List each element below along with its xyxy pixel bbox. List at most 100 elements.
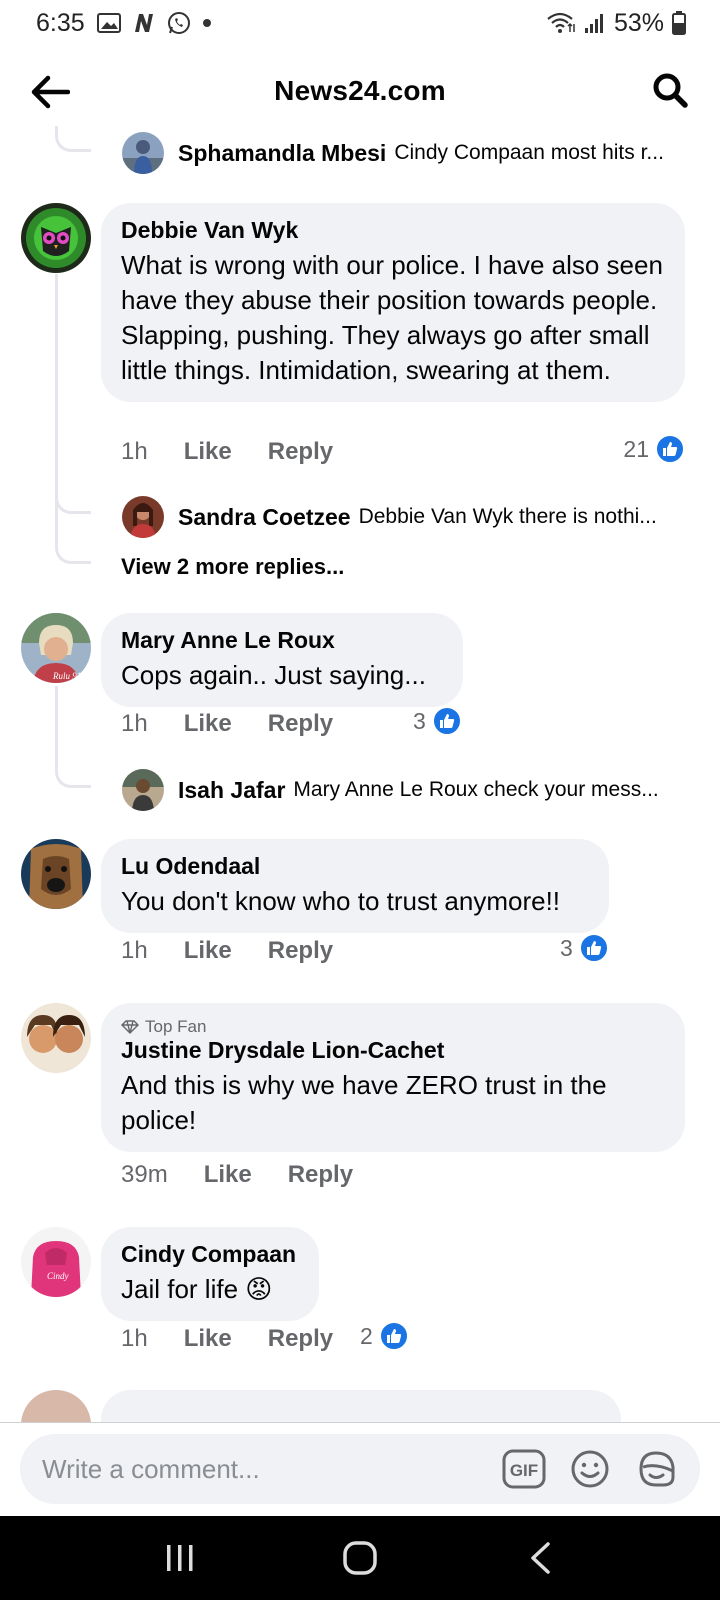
avatar[interactable]	[122, 496, 164, 538]
comment-text: And this is why we have ZERO trust in th…	[121, 1070, 607, 1135]
like-button[interactable]: Like	[184, 937, 232, 965]
comment-bubble[interactable]: Top Fan Justine Drysdale Lion-Cachet And…	[101, 1003, 685, 1152]
comment-actions: 39m Like Reply	[121, 1161, 389, 1189]
reaction-count[interactable]: 3	[560, 933, 609, 963]
home-button[interactable]	[330, 1528, 390, 1588]
wifi-icon	[546, 12, 576, 34]
notification-dot	[202, 19, 211, 27]
comment-text: What is wrong with our police. I have al…	[121, 250, 663, 385]
smiley-icon	[571, 1450, 609, 1488]
comment-bubble[interactable]	[101, 1390, 621, 1422]
comment-time[interactable]: 39m	[121, 1161, 168, 1189]
status-left: 6:35	[36, 9, 211, 38]
battery-icon	[672, 11, 686, 35]
back-nav-button[interactable]	[510, 1528, 570, 1588]
comments-feed[interactable]: Sphamandla Mbesi Cindy Compaan most hits…	[0, 126, 720, 1422]
reply-preview[interactable]: Sphamandla Mbesi Cindy Compaan most hits…	[122, 132, 702, 174]
comment-author[interactable]: Cindy Compaan	[121, 1241, 299, 1268]
like-button[interactable]: Like	[184, 438, 232, 466]
angry-face-emoji: 😡	[245, 1274, 273, 1304]
thread-connector	[55, 534, 91, 564]
like-reaction-icon	[578, 933, 609, 963]
like-button[interactable]: Like	[184, 710, 232, 738]
sticker-button[interactable]	[630, 1443, 682, 1495]
comment-text-row: Jail for life 😡	[121, 1272, 299, 1307]
reaction-number: 21	[623, 435, 649, 462]
composer-divider	[0, 1422, 720, 1423]
comment-actions: 1h Like Reply	[121, 438, 369, 466]
system-nav-bar	[0, 1516, 720, 1600]
avatar[interactable]	[21, 839, 91, 909]
gallery-icon	[96, 13, 121, 33]
top-fan-label: Top Fan	[145, 1017, 207, 1036]
reply-author[interactable]: Sandra Coetzee	[178, 504, 351, 531]
avatar[interactable]	[21, 1390, 91, 1422]
thread-connector	[55, 492, 91, 514]
reply-preview[interactable]: Isah Jafar Mary Anne Le Roux check your …	[122, 769, 702, 811]
comment-bubble[interactable]: Cindy Compaan Jail for life 😡	[101, 1227, 319, 1321]
comment-bubble[interactable]: Mary Anne Le Roux Cops again.. Just sayi…	[101, 613, 463, 707]
view-more-replies-link[interactable]: View 2 more replies...	[121, 554, 344, 580]
comment-time[interactable]: 1h	[121, 937, 148, 965]
svg-text:GIF: GIF	[510, 1461, 538, 1480]
reply-button[interactable]: Reply	[288, 1161, 353, 1189]
avatar[interactable]	[21, 1003, 91, 1073]
comment-time[interactable]: 1h	[121, 1325, 148, 1353]
comment-actions: 1h Like Reply	[121, 710, 369, 738]
avatar[interactable]	[21, 203, 91, 273]
reaction-number: 2	[360, 1322, 373, 1349]
reply-button[interactable]: Reply	[268, 438, 333, 466]
reply-button[interactable]: Reply	[268, 937, 333, 965]
svg-text:Rulu 91: Rulu 91	[52, 671, 81, 681]
gif-icon: GIF	[502, 1449, 546, 1489]
comment-text: You don't know who to trust anymore!!	[121, 886, 561, 916]
thread-line	[55, 686, 58, 768]
top-fan-badge: Top Fan	[121, 1017, 665, 1037]
comment-actions: 1h Like Reply	[121, 937, 369, 965]
like-button[interactable]: Like	[184, 1325, 232, 1353]
comment-bubble[interactable]: Debbie Van Wyk What is wrong with our po…	[101, 203, 685, 402]
recent-apps-button[interactable]	[150, 1528, 210, 1588]
reaction-count[interactable]: 2	[360, 1321, 409, 1351]
reaction-count[interactable]: 21	[623, 434, 685, 464]
chevron-left-icon	[531, 1542, 550, 1574]
home-icon	[343, 1541, 377, 1575]
whatsapp-icon	[167, 11, 191, 35]
reply-preview[interactable]: Sandra Coetzee Debbie Van Wyk there is n…	[122, 496, 702, 538]
reply-author[interactable]: Sphamandla Mbesi	[178, 140, 386, 167]
thread-connector	[55, 766, 91, 788]
comment-input[interactable]	[42, 1453, 484, 1485]
comment-composer[interactable]: GIF	[20, 1434, 700, 1504]
gif-button[interactable]: GIF	[498, 1443, 550, 1495]
reply-text: Mary Anne Le Roux check your mess...	[293, 778, 659, 801]
comment-text: Jail for life	[121, 1274, 239, 1304]
comment-time[interactable]: 1h	[121, 438, 148, 466]
back-button[interactable]	[28, 70, 72, 114]
search-icon	[653, 73, 688, 108]
comment-bubble[interactable]: Lu Odendaal You don't know who to trust …	[101, 839, 609, 933]
comment-text: Cops again.. Just saying...	[121, 660, 426, 690]
signal-icon	[584, 12, 606, 34]
reply-button[interactable]: Reply	[268, 710, 333, 738]
comment-author[interactable]: Mary Anne Le Roux	[121, 627, 443, 654]
comment-author[interactable]: Lu Odendaal	[121, 853, 589, 880]
page-title: News24.com	[274, 75, 446, 106]
comment-author[interactable]: Justine Drysdale Lion-Cachet	[121, 1037, 665, 1064]
reply-author[interactable]: Isah Jafar	[178, 777, 285, 804]
thread-connector	[55, 126, 91, 152]
emoji-button[interactable]	[564, 1443, 616, 1495]
comment-time[interactable]: 1h	[121, 710, 148, 738]
status-right: 53%	[546, 9, 686, 38]
status-time: 6:35	[36, 8, 85, 37]
reaction-count[interactable]: 3	[413, 706, 462, 736]
comment-author[interactable]: Debbie Van Wyk	[121, 217, 665, 244]
reply-text: Debbie Van Wyk there is nothi...	[358, 505, 657, 528]
avatar[interactable]	[122, 132, 164, 174]
like-button[interactable]: Like	[204, 1161, 252, 1189]
like-reaction-icon	[431, 706, 462, 736]
avatar[interactable]: Rulu 91	[21, 613, 91, 683]
avatar[interactable]	[122, 769, 164, 811]
reply-button[interactable]: Reply	[268, 1325, 333, 1353]
search-button[interactable]	[648, 68, 692, 112]
avatar[interactable]: Cindy	[21, 1227, 91, 1297]
